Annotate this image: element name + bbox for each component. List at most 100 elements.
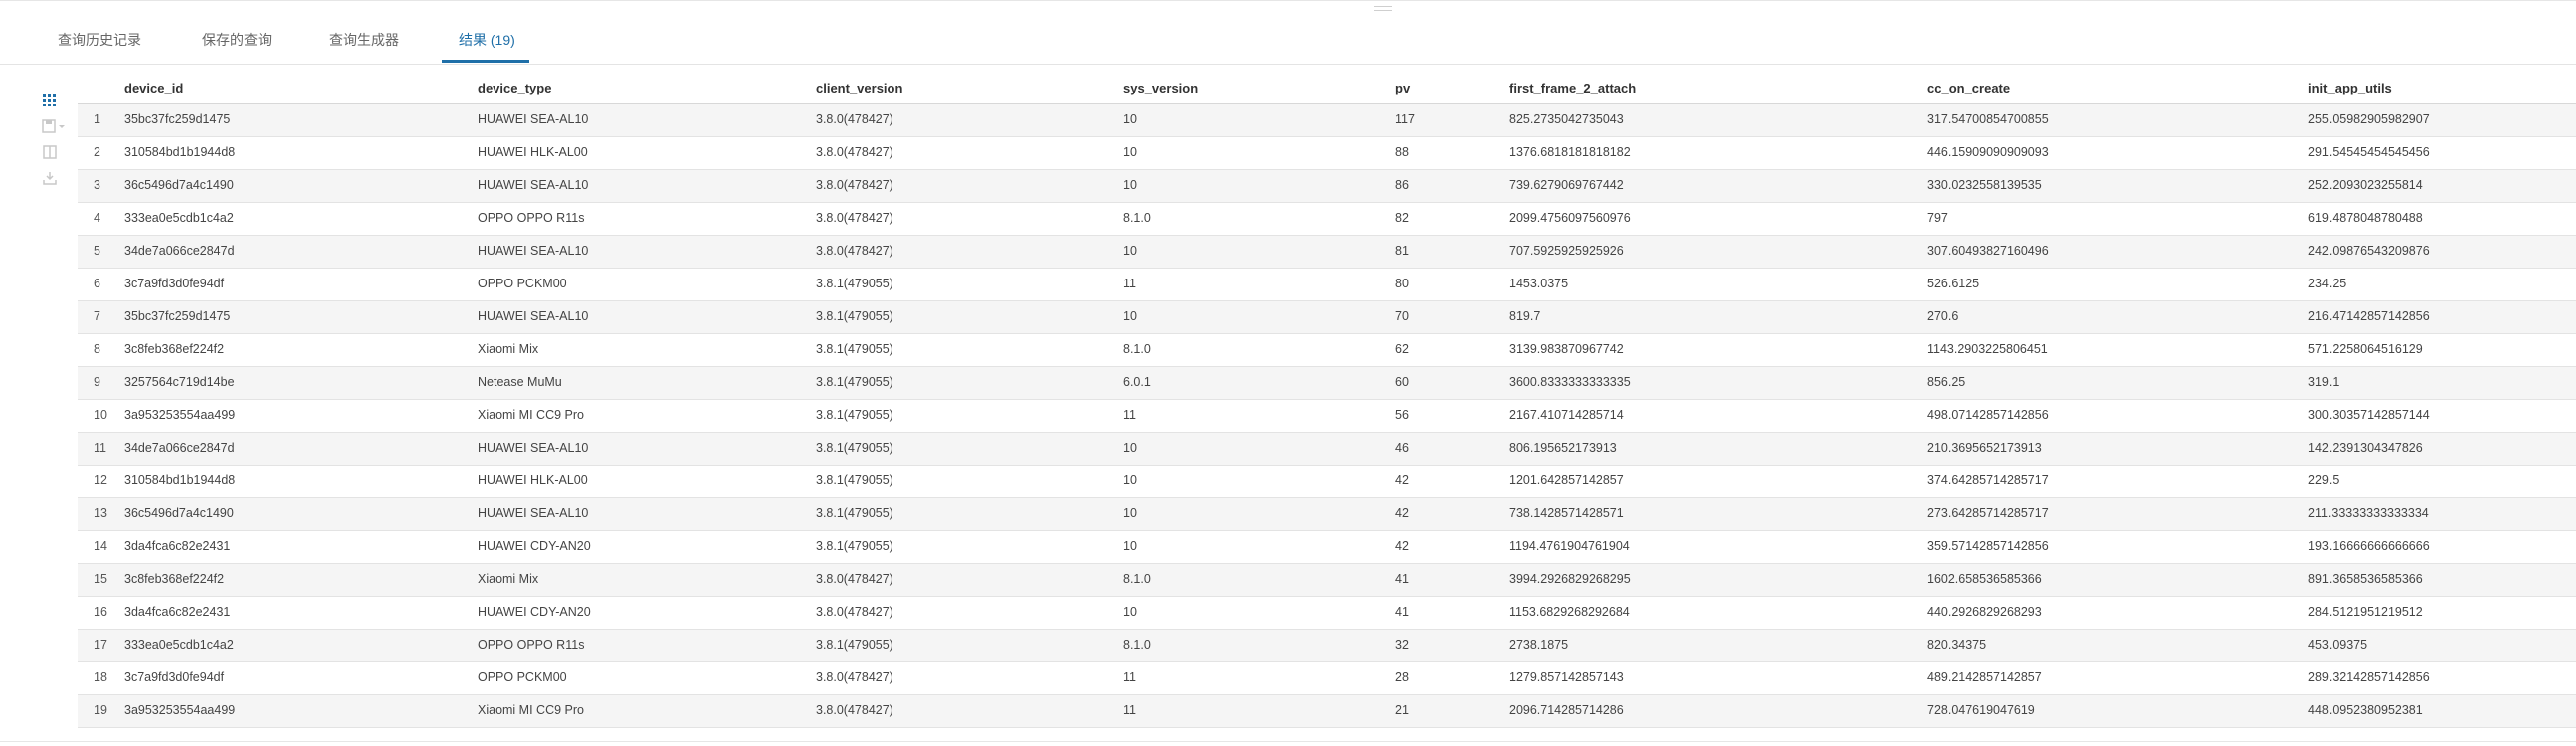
cell-client-version[interactable]: 3.8.1(479055) [816,433,893,464]
cell-cc-on-create[interactable]: 797 [1927,203,1948,234]
cell-client-version[interactable]: 3.8.0(478427) [816,104,893,135]
cell-pv[interactable]: 21 [1395,695,1409,726]
cell-first-frame-2-attach[interactable]: 1376.6818181818182 [1509,137,1631,168]
cell-client-version[interactable]: 3.8.1(479055) [816,498,893,529]
cell-init-app-utils[interactable]: 193.16666666666666 [2308,531,2430,562]
cell-init-app-utils[interactable]: 891.3658536585366 [2308,564,2423,595]
table-row[interactable]: 1 35bc37fc259d1475 HUAWEI SEA-AL10 3.8.0(47… [78,104,2576,137]
table-row[interactable]: 18 3c7a9fd3d0fe94df OPPO PCKM00 3.8.0(47842… [78,662,2576,695]
column-header-sys-version[interactable]: sys_version [1123,66,1198,103]
cell-client-version[interactable]: 3.8.1(479055) [816,367,893,398]
cell-first-frame-2-attach[interactable]: 1194.4761904761904 [1509,531,1630,562]
split-view-icon[interactable] [42,145,58,159]
cell-init-app-utils[interactable]: 319.1 [2308,367,2339,398]
cell-device-type[interactable]: HUAWEI SEA-AL10 [478,301,588,332]
cell-init-app-utils[interactable]: 142.2391304347826 [2308,433,2423,464]
download-icon[interactable] [42,171,58,185]
table-row[interactable]: 9 3257564c719d14be Netease MuMu 3.8.1(47905… [78,367,2576,400]
cell-first-frame-2-attach[interactable]: 825.2735042735043 [1509,104,1624,135]
cell-cc-on-create[interactable]: 374.64285714285717 [1927,466,2049,496]
cell-sys-version[interactable]: 11 [1123,662,1136,693]
cell-pv[interactable]: 86 [1395,170,1409,201]
grid-view-icon[interactable] [42,93,58,107]
cell-init-app-utils[interactable]: 453.09375 [2308,630,2367,660]
cell-pv[interactable]: 42 [1395,466,1409,496]
cell-sys-version[interactable]: 10 [1123,301,1137,332]
cell-client-version[interactable]: 3.8.0(478427) [816,203,893,234]
cell-cc-on-create[interactable]: 317.54700854700855 [1927,104,2049,135]
cell-sys-version[interactable]: 10 [1123,597,1137,628]
cell-cc-on-create[interactable]: 359.57142857142856 [1927,531,2049,562]
cell-pv[interactable]: 88 [1395,137,1409,168]
cell-sys-version[interactable]: 10 [1123,466,1137,496]
cell-device-type[interactable]: HUAWEI CDY-AN20 [478,531,591,562]
table-row[interactable]: 11 34de7a066ce2847d HUAWEI SEA-AL10 3.8.1(4… [78,433,2576,466]
cell-pv[interactable]: 56 [1395,400,1409,431]
cell-device-id[interactable]: 310584bd1b1944d8 [124,466,235,496]
cell-device-type[interactable]: HUAWEI SEA-AL10 [478,104,588,135]
cell-device-id[interactable]: 3257564c719d14be [124,367,235,398]
table-row[interactable]: 10 3a953253554aa499 Xiaomi MI CC9 Pro 3.8.1… [78,400,2576,433]
cell-device-type[interactable]: Xiaomi MI CC9 Pro [478,400,584,431]
cell-init-app-utils[interactable]: 289.32142857142856 [2308,662,2430,693]
cell-first-frame-2-attach[interactable]: 707.5925925925926 [1509,236,1624,267]
cell-first-frame-2-attach[interactable]: 3139.983870967742 [1509,334,1624,365]
cell-device-type[interactable]: Netease MuMu [478,367,562,398]
cell-init-app-utils[interactable]: 216.47142857142856 [2308,301,2430,332]
cell-init-app-utils[interactable]: 234.25 [2308,269,2346,299]
cell-device-id[interactable]: 35bc37fc259d1475 [124,301,230,332]
cell-cc-on-create[interactable]: 440.2926829268293 [1927,597,2042,628]
cell-client-version[interactable]: 3.8.1(479055) [816,301,893,332]
cell-init-app-utils[interactable]: 211.33333333333334 [2308,498,2429,529]
cell-device-type[interactable]: OPPO OPPO R11s [478,203,584,234]
cell-pv[interactable]: 81 [1395,236,1409,267]
cell-device-type[interactable]: OPPO OPPO R11s [478,630,584,660]
cell-pv[interactable]: 46 [1395,433,1409,464]
cell-first-frame-2-attach[interactable]: 1279.857142857143 [1509,662,1624,693]
cell-device-id[interactable]: 34de7a066ce2847d [124,433,235,464]
cell-device-id[interactable]: 310584bd1b1944d8 [124,137,235,168]
cell-first-frame-2-attach[interactable]: 3600.8333333333335 [1509,367,1631,398]
cell-device-id[interactable]: 3da4fca6c82e2431 [124,531,230,562]
cell-cc-on-create[interactable]: 1143.2903225806451 [1927,334,2048,365]
cell-init-app-utils[interactable]: 300.30357142857144 [2308,400,2430,431]
cell-device-id[interactable]: 3a953253554aa499 [124,695,235,726]
cell-pv[interactable]: 32 [1395,630,1409,660]
cell-client-version[interactable]: 3.8.1(479055) [816,400,893,431]
cell-client-version[interactable]: 3.8.1(479055) [816,466,893,496]
cell-client-version[interactable]: 3.8.0(478427) [816,662,893,693]
cell-first-frame-2-attach[interactable]: 1201.642857142857 [1509,466,1624,496]
cell-cc-on-create[interactable]: 498.07142857142856 [1927,400,2049,431]
cell-pv[interactable]: 117 [1395,104,1415,135]
cell-sys-version[interactable]: 10 [1123,498,1137,529]
table-row[interactable]: 5 34de7a066ce2847d HUAWEI SEA-AL10 3.8.0(47… [78,236,2576,269]
cell-device-id[interactable]: 3c8feb368ef224f2 [124,564,224,595]
cell-sys-version[interactable]: 8.1.0 [1123,334,1151,365]
tab-results[interactable]: 结果 (19) [459,30,515,64]
cell-sys-version[interactable]: 8.1.0 [1123,203,1151,234]
tab-query-history[interactable]: 查询历史记录 [58,30,141,64]
cell-device-type[interactable]: HUAWEI SEA-AL10 [478,170,588,201]
cell-device-id[interactable]: 333ea0e5cdb1c4a2 [124,630,234,660]
table-row[interactable]: 4 333ea0e5cdb1c4a2 OPPO OPPO R11s 3.8.0(478… [78,203,2576,236]
cell-sys-version[interactable]: 6.0.1 [1123,367,1151,398]
cell-device-type[interactable]: HUAWEI SEA-AL10 [478,236,588,267]
cell-init-app-utils[interactable]: 619.4878048780488 [2308,203,2423,234]
cell-device-id[interactable]: 3da4fca6c82e2431 [124,597,230,628]
cell-client-version[interactable]: 3.8.1(479055) [816,531,893,562]
cell-device-type[interactable]: HUAWEI SEA-AL10 [478,433,588,464]
cell-first-frame-2-attach[interactable]: 1153.6829268292684 [1509,597,1630,628]
column-header-device-type[interactable]: device_type [478,66,551,103]
table-row[interactable]: 12 310584bd1b1944d8 HUAWEI HLK-AL00 3.8.1(4… [78,466,2576,498]
cell-first-frame-2-attach[interactable]: 738.1428571428571 [1509,498,1624,529]
column-header-first-frame-2-attach[interactable]: first_frame_2_attach [1509,66,1636,103]
cell-client-version[interactable]: 3.8.0(478427) [816,597,893,628]
cell-sys-version[interactable]: 10 [1123,236,1137,267]
cell-device-type[interactable]: Xiaomi MI CC9 Pro [478,695,584,726]
cell-pv[interactable]: 41 [1395,564,1409,595]
cell-client-version[interactable]: 3.8.1(479055) [816,630,893,660]
cell-sys-version[interactable]: 10 [1123,137,1137,168]
table-row[interactable]: 16 3da4fca6c82e2431 HUAWEI CDY-AN20 3.8.0(4… [78,597,2576,630]
table-row[interactable]: 8 3c8feb368ef224f2 Xiaomi Mix 3.8.1(479055)… [78,334,2576,367]
cell-sys-version[interactable]: 11 [1123,400,1136,431]
